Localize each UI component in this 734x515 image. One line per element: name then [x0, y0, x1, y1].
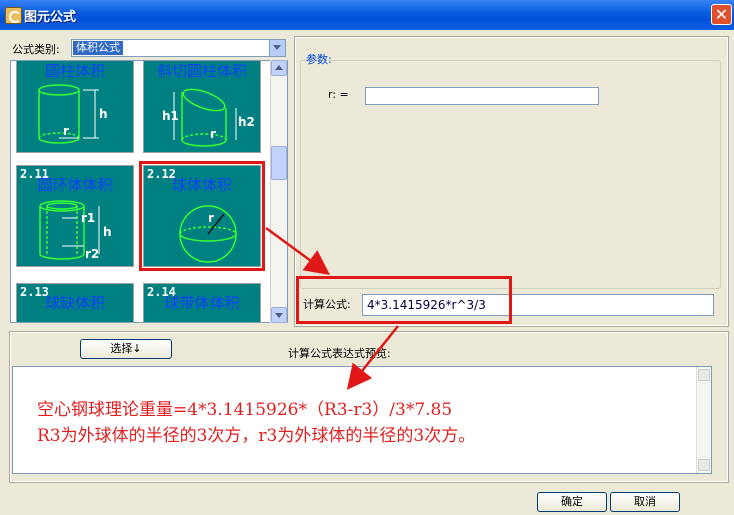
card-title: 斜切圆柱体积 — [156, 62, 247, 80]
preview-scrollbar[interactable] — [696, 367, 711, 473]
formula-card-hollow-cylinder[interactable]: 2.11 圆环体体积 r1 h r2 — [16, 165, 134, 267]
preview-box[interactable]: 空心钢球理论重量=4*3.1415926*（R3-r3）/3*7.85 R3为外… — [12, 366, 712, 474]
window-title: 图元公式 — [24, 10, 77, 25]
category-select[interactable]: 体积公式 — [71, 39, 286, 57]
card-figure-label: h — [103, 225, 112, 239]
card-figure-label: h — [99, 107, 108, 121]
formula-card-spherical-cap[interactable]: 2.13 球缺体积 — [16, 283, 134, 322]
card-title: 球带体体积 — [164, 294, 240, 312]
preview-scroll-down[interactable] — [698, 459, 710, 471]
card-title: 球体体积 — [171, 176, 232, 194]
card-title: 球缺体积 — [44, 294, 105, 312]
close-button[interactable]: ✕ — [711, 4, 732, 25]
card-figure-label: h1 — [162, 109, 179, 123]
title-bar: 图元公式 ✕ — [0, 0, 734, 30]
chevron-down-icon[interactable] — [269, 40, 285, 56]
formula-card-sphere[interactable]: 2.12 球体体积 r — [139, 161, 265, 271]
r-param-input[interactable] — [365, 87, 599, 105]
gallery-scrollbar[interactable] — [270, 60, 287, 323]
scroll-thumb[interactable] — [271, 146, 287, 180]
category-label: 公式类别: — [12, 43, 60, 56]
r-param-label: r: = — [328, 88, 349, 101]
select-button[interactable]: 选择↓ — [80, 339, 172, 359]
preview-line: 空心钢球理论重量=4*3.1415926*（R3-r3）/3*7.85 — [37, 400, 453, 420]
card-title: 圆环体体积 — [37, 176, 113, 194]
card-figure-label: r2 — [85, 247, 99, 261]
annotation-highlight-box — [296, 276, 512, 324]
preview-line: R3为外球体的半径的3次方，r3为外球体的半径的3次方。 — [37, 426, 476, 446]
card-figure-label: r1 — [81, 211, 95, 225]
scroll-down-button[interactable] — [271, 307, 287, 323]
preview-label: 计算公式表达式预览: — [288, 347, 391, 360]
cancel-button[interactable]: 取消 — [610, 492, 680, 512]
cylinder-figure: h r — [38, 84, 108, 144]
hollow-cylinder-figure: r1 h r2 — [39, 200, 112, 261]
category-value: 体积公式 — [73, 41, 123, 55]
card-figure-label: r — [210, 127, 216, 141]
card-figure-label: r — [63, 124, 69, 138]
formula-card-cylinder[interactable]: 圆柱体积 h r — [16, 61, 134, 153]
oblique-cylinder-figure: h1 h2 r — [162, 88, 255, 147]
formula-card-oblique-cylinder[interactable]: 斜切圆柱体积 h1 h2 r — [143, 61, 261, 153]
sphere-figure: r — [179, 205, 237, 263]
card-title: 圆柱体积 — [44, 62, 105, 80]
app-icon — [5, 7, 22, 24]
preview-scroll-up[interactable] — [698, 369, 710, 381]
params-label: 参数: — [306, 53, 332, 66]
scroll-up-button[interactable] — [271, 60, 287, 76]
ok-button[interactable]: 确定 — [537, 492, 607, 512]
formula-card-spherical-zone[interactable]: 2.14 球带体体积 — [143, 283, 261, 322]
card-figure-label: r — [208, 211, 214, 225]
card-figure-label: h2 — [238, 115, 255, 129]
formula-gallery: 圆柱体积 h r 斜切圆柱体积 h1 h2 r 2.11 圆环体体积 r1 h … — [10, 60, 288, 323]
